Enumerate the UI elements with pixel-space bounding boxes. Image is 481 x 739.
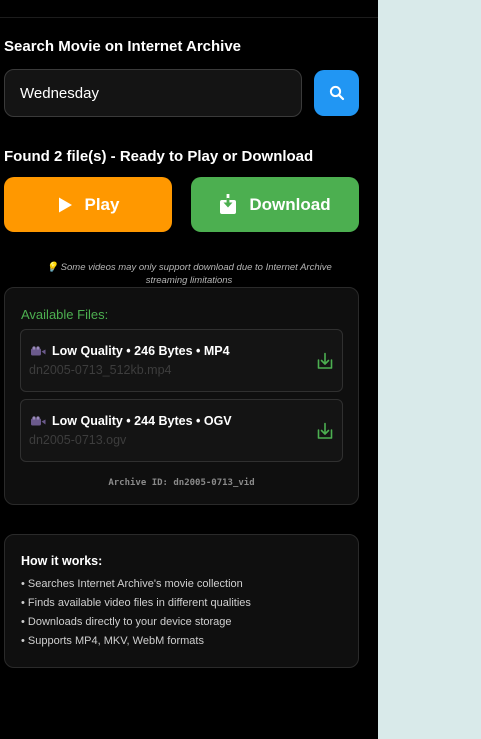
- how-it-works-item: • Searches Internet Archive's movie coll…: [21, 578, 243, 590]
- search-icon: [329, 85, 344, 101]
- video-camera-icon: [31, 415, 46, 425]
- how-it-works-item: • Finds available video files in differe…: [21, 597, 251, 609]
- download-icon[interactable]: [317, 422, 333, 440]
- search-heading: Search Movie on Internet Archive: [4, 38, 242, 55]
- how-it-works-item: • Downloads directly to your device stor…: [21, 616, 232, 628]
- video-camera-icon: [31, 345, 46, 355]
- available-files-title: Available Files:: [21, 307, 109, 322]
- how-it-works-card: How it works: • Searches Internet Archiv…: [4, 534, 359, 668]
- file-item-title: Low Quality • 246 Bytes • MP4: [52, 344, 230, 358]
- search-button[interactable]: [314, 70, 359, 116]
- streaming-note-line-2: streaming limitations: [145, 275, 233, 286]
- play-button-label: Play: [84, 194, 120, 214]
- play-icon: [58, 197, 72, 212]
- archive-id: Archive ID: dn2005-0713_vid: [108, 478, 255, 488]
- side-background: [378, 0, 481, 739]
- available-files-card: Available Files: Low Quality • 246 Bytes…: [4, 287, 359, 505]
- file-item-title-row: Low Quality • 246 Bytes • MP4: [31, 344, 230, 358]
- file-item-title-row: Low Quality • 244 Bytes • OGV: [31, 414, 232, 428]
- play-button[interactable]: Play: [4, 177, 172, 232]
- download-button[interactable]: Download: [191, 177, 359, 232]
- header-divider: [0, 17, 378, 18]
- file-item-filename: dn2005-0713.ogv: [29, 433, 127, 447]
- streaming-note-line-1: 💡 Some videos may only support download …: [46, 262, 332, 273]
- app-panel: Search Movie on Internet Archive Found 2…: [0, 0, 378, 739]
- file-item[interactable]: Low Quality • 244 Bytes • OGV dn2005-071…: [20, 399, 343, 462]
- streaming-note: 💡 Some videos may only support download …: [0, 261, 378, 287]
- search-input[interactable]: [4, 69, 302, 117]
- results-heading: Found 2 file(s) - Ready to Play or Downl…: [4, 148, 314, 165]
- file-item[interactable]: Low Quality • 246 Bytes • MP4 dn2005-071…: [20, 329, 343, 392]
- download-button-label: Download: [249, 194, 331, 214]
- file-item-filename: dn2005-0713_512kb.mp4: [29, 363, 172, 377]
- download-icon[interactable]: [317, 352, 333, 370]
- how-it-works-title: How it works:: [21, 554, 103, 568]
- file-item-title: Low Quality • 244 Bytes • OGV: [52, 414, 232, 428]
- download-icon: [220, 194, 237, 214]
- how-it-works-item: • Supports MP4, MKV, WebM formats: [21, 635, 204, 647]
